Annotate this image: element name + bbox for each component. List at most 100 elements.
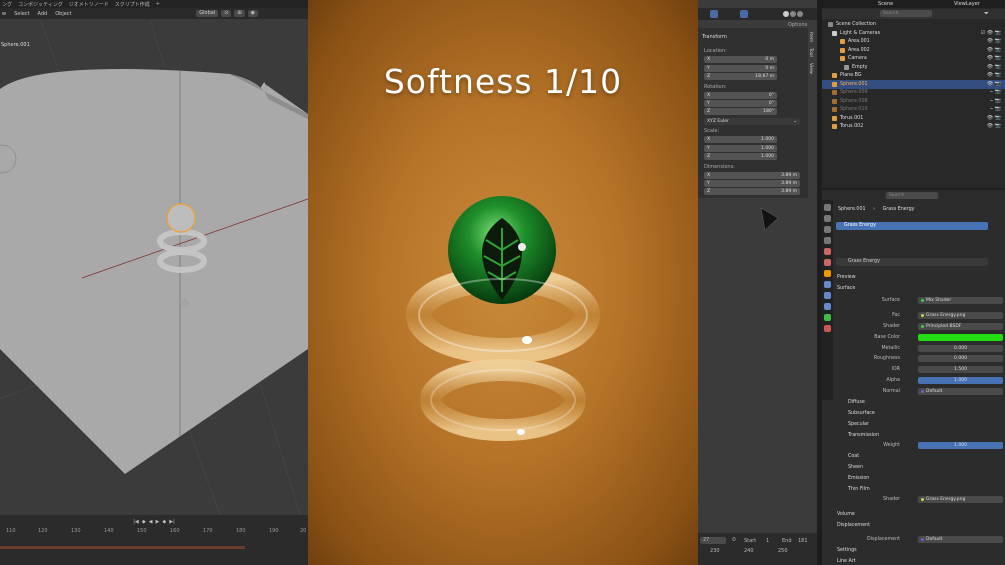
line-art-panel[interactable]: Line Art — [837, 559, 856, 564]
rotation-x-field[interactable]: X 0° — [704, 92, 777, 99]
displacement-panel[interactable]: Displacement — [837, 523, 870, 528]
world-tab-icon[interactable] — [824, 259, 831, 266]
filter-icon[interactable]: ⏷ — [984, 10, 989, 18]
scale-x-field[interactable]: X 1.000 — [704, 136, 777, 143]
normal-field[interactable]: Default — [918, 388, 1003, 395]
outliner[interactable]: Scene ViewLayer Search ⏷ Scene Collectio… — [822, 0, 1005, 188]
scene-tab-icon[interactable] — [824, 248, 831, 255]
surface-panel[interactable]: Surface — [837, 286, 855, 291]
tab-tool[interactable]: Tool — [808, 46, 813, 59]
tab-scripting[interactable]: スクリプト作成 — [115, 1, 150, 8]
preview-panel[interactable]: Preview — [837, 275, 856, 280]
scene-selector[interactable]: Scene — [878, 1, 893, 7]
base-color-swatch[interactable] — [918, 334, 1003, 341]
properties-search[interactable]: Search — [886, 192, 938, 199]
add-workspace-button[interactable]: + — [156, 1, 160, 7]
surface-shader-field[interactable]: Mix Shader — [918, 297, 1003, 304]
object-tab-icon[interactable] — [824, 270, 831, 277]
outliner-row[interactable]: Sphere.010 ⌣ 📷 — [822, 105, 1005, 114]
timeline-left[interactable]: |◀ ◆ ◀ ▶ ◆ ▶| 110 120 130 140 150 160 17… — [0, 515, 308, 565]
prev-key-icon[interactable]: ◆ — [142, 519, 146, 525]
shader2-field[interactable]: Grass Energy.png — [918, 496, 1003, 503]
proportional-edit-icon[interactable]: ◉ — [247, 10, 258, 17]
specular-panel[interactable]: Specular — [848, 422, 869, 427]
data-tab-icon[interactable] — [824, 314, 831, 321]
emission-panel[interactable]: Emission — [848, 476, 869, 481]
transform-orientation-dropdown[interactable]: Global — [196, 10, 219, 17]
roughness-field[interactable]: 0.000 — [918, 355, 1003, 362]
end-frame-field[interactable]: 181 — [798, 538, 808, 544]
transmission-panel[interactable]: Transmission — [848, 433, 879, 438]
outliner-row[interactable]: Scene Collection — [822, 20, 1005, 29]
rotation-z-field[interactable]: Z 180° — [704, 108, 777, 115]
output-tab-icon[interactable] — [824, 226, 831, 233]
ior-field[interactable]: 1.500 — [918, 366, 1003, 373]
particles-tab-icon[interactable] — [824, 292, 831, 299]
render-tab-icon[interactable] — [824, 215, 831, 222]
dimensions-x-field[interactable]: X 3.89 m — [704, 172, 800, 179]
rotation-mode-dropdown[interactable]: XYZ Euler ⌄ — [704, 118, 800, 125]
pivot-icon[interactable]: ⊙ — [221, 10, 232, 17]
secondary-viewport[interactable]: Options Transform Location: X0 m Y0 m Z1… — [698, 0, 817, 565]
settings-panel[interactable]: Settings — [837, 548, 857, 553]
transmission-weight-field[interactable]: 1.000 — [918, 442, 1003, 449]
tick: 180 — [236, 528, 246, 534]
play-icon[interactable]: ▶ — [156, 519, 160, 525]
tab-compositing[interactable]: コンポジッティング — [18, 1, 63, 8]
dimensions-y-field[interactable]: Y 3.89 m — [704, 180, 800, 187]
material-slot[interactable]: Grass Energy — [836, 222, 988, 230]
fac-field[interactable]: Grass Energy.png — [918, 312, 1003, 319]
scale-z-field[interactable]: Z 1.000 — [704, 153, 777, 160]
select-menu[interactable]: Select — [14, 11, 29, 17]
timeline-right[interactable]: 27 ⏱ Start 1 End 181 230 240 250 — [698, 533, 817, 565]
viewport-canvas[interactable] — [0, 19, 308, 515]
outliner-row[interactable]: Plane.BG 👁 📷 — [822, 71, 1005, 80]
outliner-row[interactable]: Sphere.009 ⌣ 📷 — [822, 88, 1005, 97]
tab-rendering[interactable]: ング — [2, 1, 12, 8]
jump-start-icon[interactable]: |◀ — [133, 519, 139, 525]
tool-tab-icon[interactable] — [824, 204, 831, 211]
physics-tab-icon[interactable] — [824, 303, 831, 310]
scale-y-field[interactable]: Y 1.000 — [704, 145, 777, 152]
outliner-row[interactable]: Torus.002 👁 📷 — [822, 122, 1005, 131]
current-frame-field[interactable]: 27 — [700, 537, 726, 544]
subsurface-panel[interactable]: Subsurface — [848, 411, 875, 416]
outliner-search[interactable]: Search — [880, 10, 932, 17]
location-x-field[interactable]: X0 m — [704, 56, 777, 63]
outliner-row[interactable]: Camera 👁 📷 — [822, 54, 1005, 63]
material-selector[interactable]: Grass Energy — [836, 258, 988, 266]
start-frame-field[interactable]: 1 — [766, 538, 769, 544]
properties-editor[interactable]: Search Sphere.001 › Grass Energy Grass E… — [822, 190, 1005, 565]
next-key-icon[interactable]: ◆ — [162, 519, 166, 525]
left-3d-viewport[interactable]: ング コンポジッティング ジオメトリノード スクリプト作成 + w Select… — [0, 0, 308, 565]
add-menu[interactable]: Add — [38, 11, 48, 17]
dimensions-z-field[interactable]: Z 3.89 m — [704, 188, 800, 195]
play-reverse-icon[interactable]: ◀ — [149, 519, 153, 525]
outliner-row[interactable]: Area.001 👁 📷 — [822, 37, 1005, 46]
metallic-field[interactable]: 0.000 — [918, 345, 1003, 352]
shader-field[interactable]: Principled BSDF — [918, 323, 1003, 330]
displacement-field[interactable]: Default — [918, 536, 1003, 543]
thin-film-panel[interactable]: Thin Film — [848, 487, 870, 492]
stopwatch-icon[interactable]: ⏱ — [732, 537, 736, 543]
view-layer-tab-icon[interactable] — [824, 237, 831, 244]
rotation-y-field[interactable]: Y 0° — [704, 100, 777, 107]
volume-panel[interactable]: Volume — [837, 512, 855, 517]
transform-header[interactable]: Transform — [702, 34, 727, 40]
object-menu[interactable]: Object — [55, 11, 71, 17]
modifier-tab-icon[interactable] — [824, 281, 831, 288]
snap-icon[interactable]: ⊞ — [234, 10, 245, 17]
sheen-panel[interactable]: Sheen — [848, 465, 863, 470]
material-tab-icon[interactable] — [824, 325, 831, 332]
tab-view[interactable]: View — [808, 61, 813, 76]
coat-panel[interactable]: Coat — [848, 454, 859, 459]
alpha-field[interactable]: 1.000 — [918, 377, 1003, 384]
tab-item[interactable]: Item — [808, 30, 813, 45]
jump-end-icon[interactable]: ▶| — [169, 519, 175, 525]
location-z-field[interactable]: Z 18.67 m — [704, 73, 777, 80]
diffuse-panel[interactable]: Diffuse — [848, 400, 865, 405]
location-y-field[interactable]: Y0 m — [704, 65, 777, 72]
viewlayer-selector[interactable]: ViewLayer — [954, 1, 980, 7]
tab-geometry-nodes[interactable]: ジオメトリノード — [69, 1, 109, 8]
view-menu[interactable]: w — [2, 11, 6, 17]
